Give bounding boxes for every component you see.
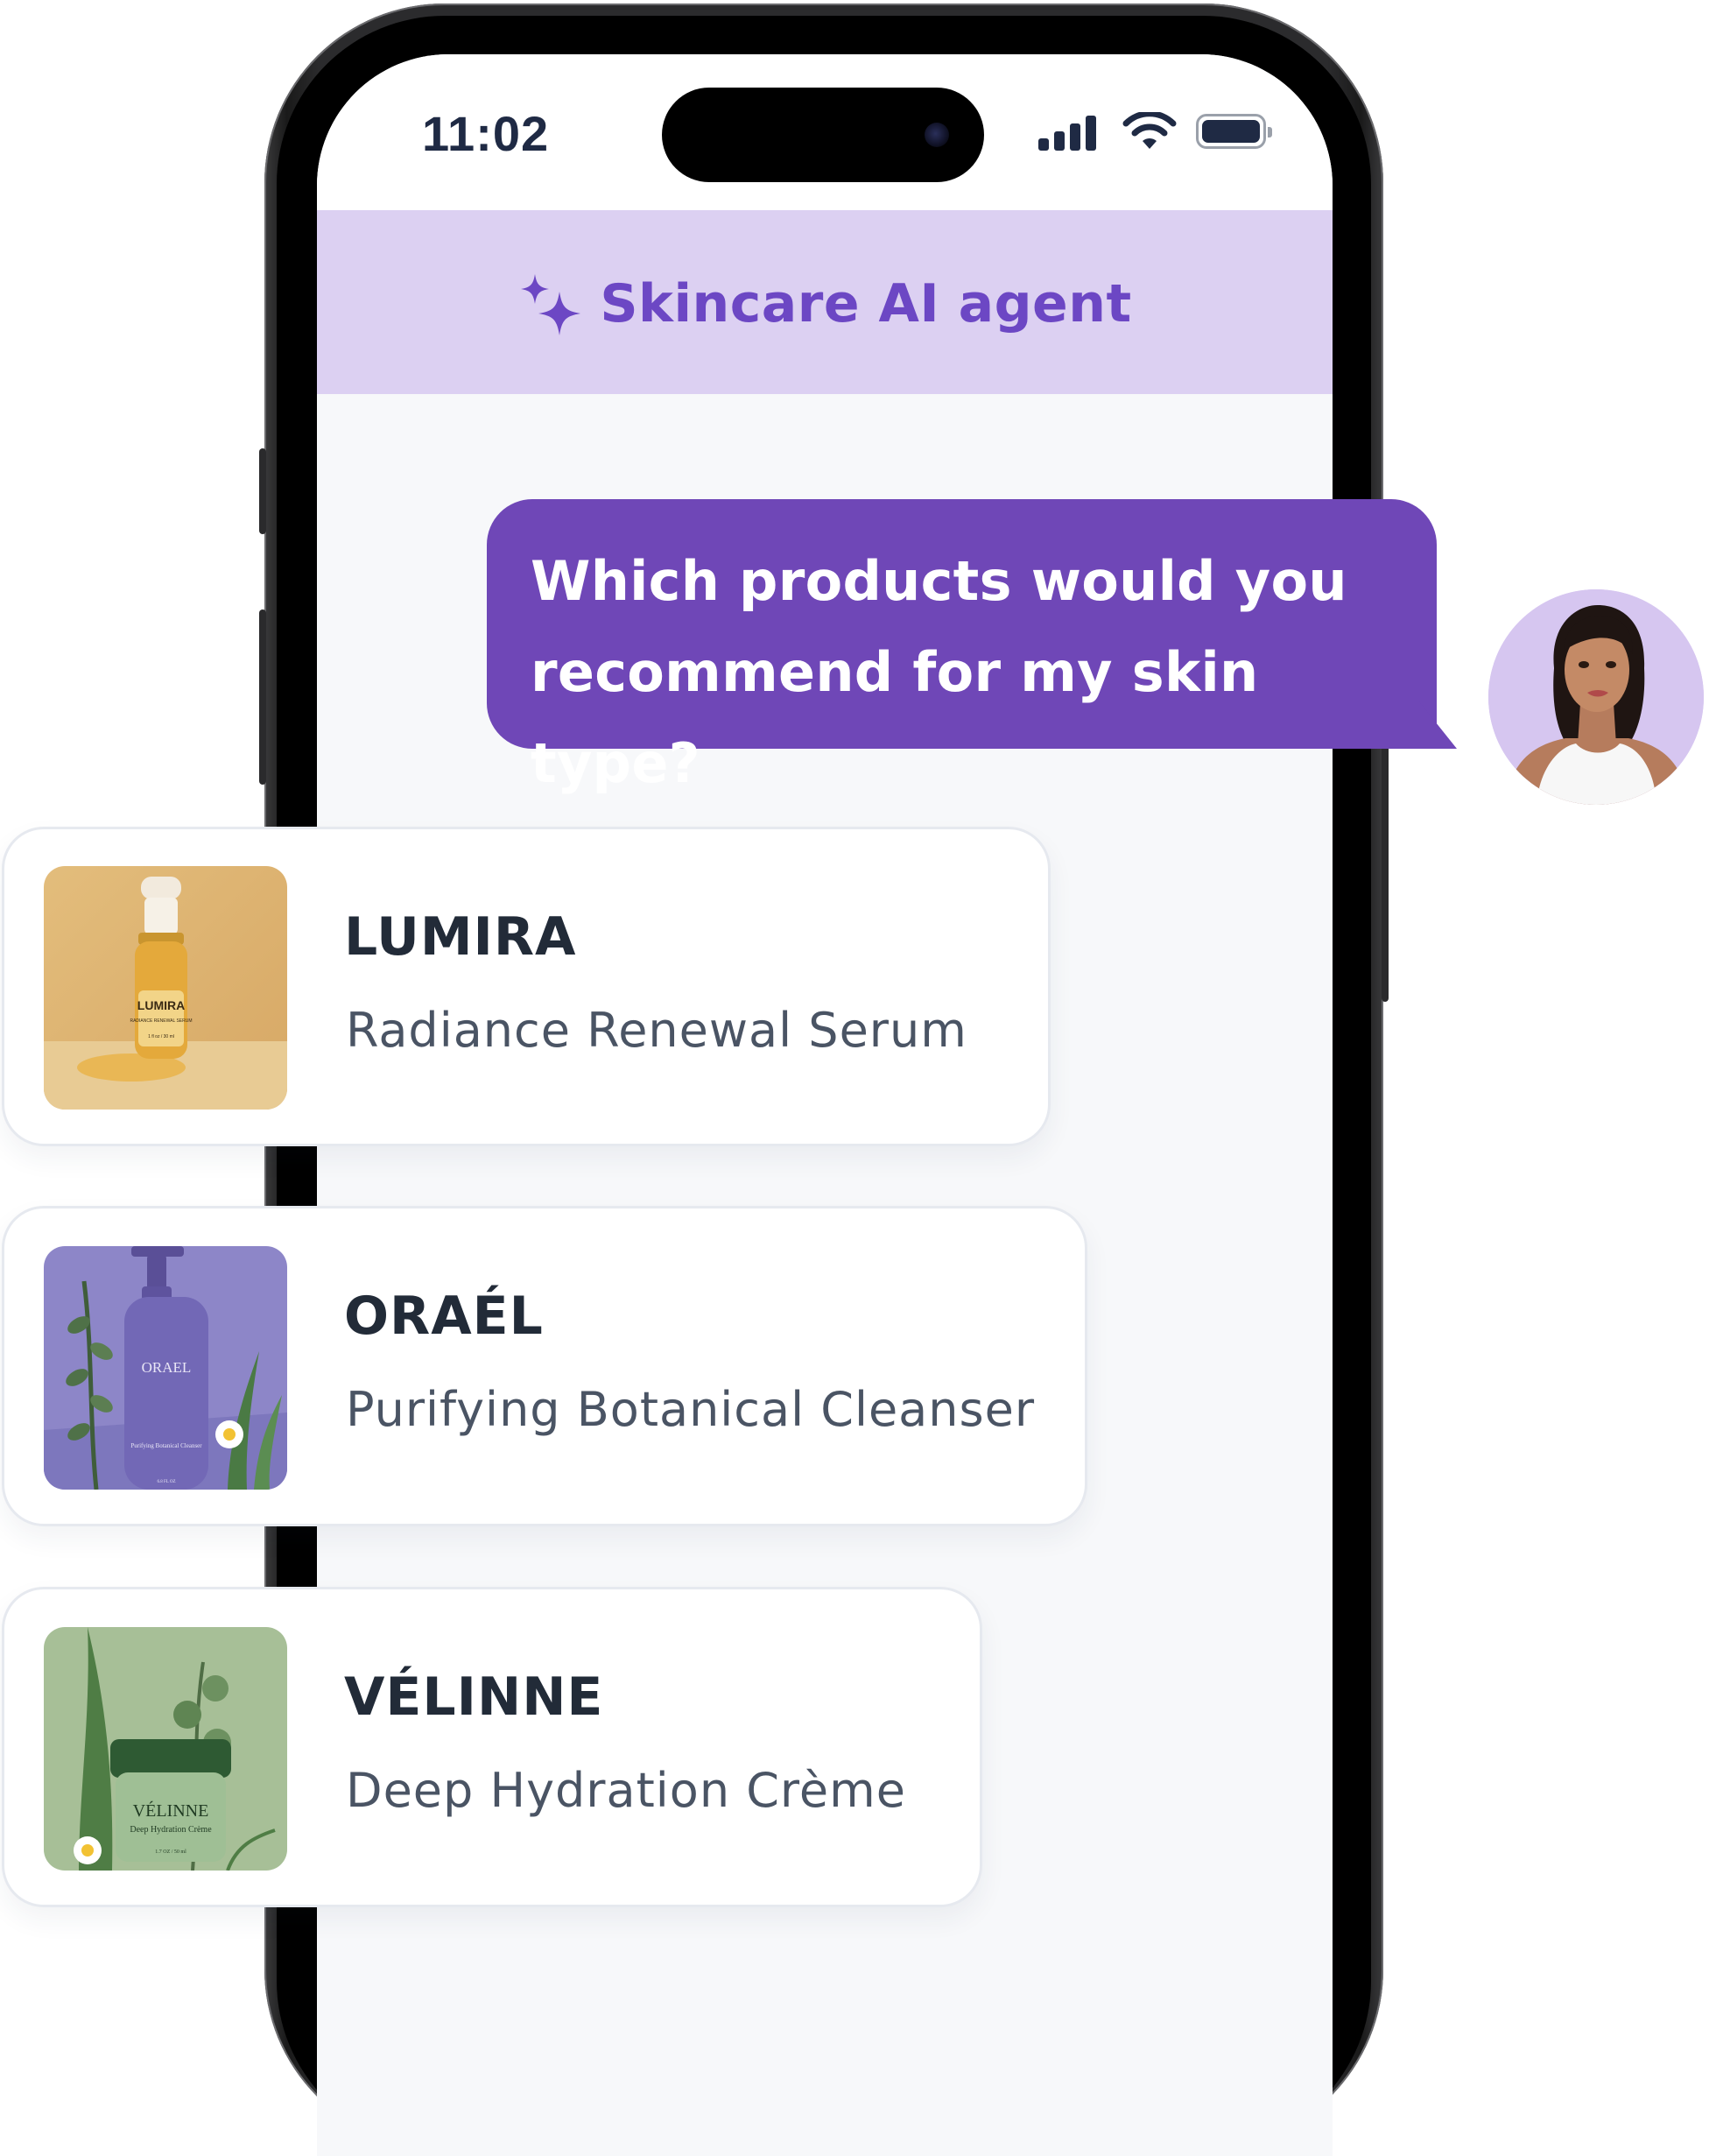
battery-icon xyxy=(1196,114,1272,149)
wifi-icon xyxy=(1122,112,1177,149)
user-message-line-2: recommend for my skin type? xyxy=(531,640,1259,795)
svg-text:6.8 FL OZ: 6.8 FL OZ xyxy=(157,1480,175,1484)
dynamic-island xyxy=(662,88,984,182)
agent-title: Skincare AI agent xyxy=(600,273,1132,335)
status-bar: 11:02 xyxy=(317,54,1333,210)
svg-text:RADIANCE RENEWAL SERUM: RADIANCE RENEWAL SERUM xyxy=(130,1018,192,1024)
product-name: Purifying Botanical Cleanser xyxy=(346,1382,1036,1437)
bottle-label-lumira: LUMIRA xyxy=(137,998,185,1012)
product-name: Deep Hydration Crème xyxy=(346,1763,906,1818)
svg-text:Purifying Botanical Cleanser: Purifying Botanical Cleanser xyxy=(130,1442,202,1449)
camera-icon xyxy=(925,123,949,147)
phone-volume-up-button xyxy=(259,609,266,785)
product-image-orael: ORAEL Purifying Botanical Cleanser 6.8 F… xyxy=(44,1246,287,1490)
cellular-signal-icon xyxy=(1038,112,1100,151)
user-avatar xyxy=(1488,589,1704,805)
user-message-bubble: Which products would you recommend for m… xyxy=(487,499,1437,795)
avatar-portrait xyxy=(1488,589,1704,805)
svg-text:Deep Hydration Crème: Deep Hydration Crème xyxy=(130,1825,212,1835)
bottle-label-orael: ORAEL xyxy=(142,1359,192,1376)
status-time: 11:02 xyxy=(422,106,550,161)
agent-header: Skincare AI agent xyxy=(317,210,1333,394)
product-name: Radiance Renewal Serum xyxy=(346,1003,967,1058)
product-card-orael[interactable]: ORAEL Purifying Botanical Cleanser 6.8 F… xyxy=(2,1206,1087,1526)
product-card-velinne[interactable]: VÉLINNE Deep Hydration Crème 1.7 OZ / 50… xyxy=(2,1587,982,1907)
product-brand: VÉLINNE xyxy=(344,1666,604,1728)
product-card-lumira[interactable]: LUMIRA RADIANCE RENEWAL SERUM 1 fl oz / … xyxy=(2,827,1051,1146)
svg-text:1 fl oz / 30 ml: 1 fl oz / 30 ml xyxy=(148,1034,174,1039)
phone-action-button xyxy=(259,448,266,534)
product-brand: LUMIRA xyxy=(344,906,577,968)
product-image-velinne: VÉLINNE Deep Hydration Crème 1.7 OZ / 50… xyxy=(44,1627,287,1871)
product-brand: ORAÉL xyxy=(344,1286,544,1347)
product-image-lumira: LUMIRA RADIANCE RENEWAL SERUM 1 fl oz / … xyxy=(44,866,287,1110)
svg-text:1.7 OZ / 50 ml: 1.7 OZ / 50 ml xyxy=(155,1850,186,1855)
bottle-label-velinne: VÉLINNE xyxy=(133,1800,209,1821)
message-tail xyxy=(1418,701,1457,749)
sparkle-icon xyxy=(521,274,581,335)
user-message-line-1: Which products would you xyxy=(531,549,1347,613)
